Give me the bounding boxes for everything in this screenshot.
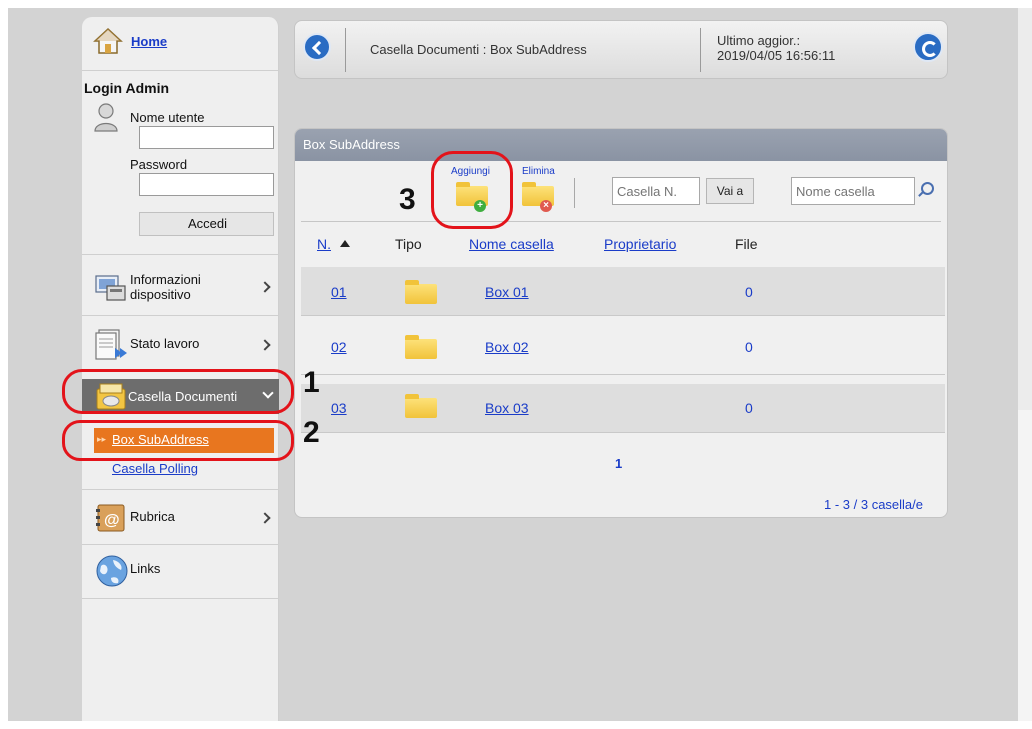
address-book-icon: @ <box>95 503 127 533</box>
sidebar-item-device-info[interactable]: Informazioni dispositivo <box>82 262 279 312</box>
box-number-link[interactable]: 01 <box>331 284 347 300</box>
table-row[interactable] <box>301 326 945 375</box>
globe-icon <box>95 554 129 588</box>
sidebar-item-links[interactable]: Links <box>82 549 279 595</box>
step-number: 2 <box>303 416 320 449</box>
home-nav[interactable]: Home <box>93 26 167 56</box>
box-number-input[interactable] <box>612 177 700 205</box>
login-title: Login Admin <box>84 80 170 96</box>
box-name-input[interactable] <box>791 177 915 205</box>
box-file-count: 0 <box>745 400 753 416</box>
home-link[interactable]: Home <box>131 34 167 49</box>
sidebar-item-label: Informazioni <box>130 272 201 287</box>
box-name-link[interactable]: Box 03 <box>485 400 529 416</box>
box-number-link[interactable]: 02 <box>331 339 347 355</box>
table-row[interactable] <box>301 267 945 316</box>
folder-icon <box>405 280 437 304</box>
callout-ring-step2 <box>62 420 294 461</box>
home-icon[interactable] <box>93 26 123 56</box>
step-number: 1 <box>303 366 320 399</box>
login-button[interactable]: Accedi <box>139 212 274 236</box>
chevron-right-icon <box>259 339 271 351</box>
column-files: File <box>735 236 758 252</box>
callout-ring-step3 <box>431 151 513 229</box>
remove-icon: × <box>540 200 552 212</box>
sidebar-item-label: Rubrica <box>130 509 175 524</box>
toolbar-divider <box>301 221 941 222</box>
column-type: Tipo <box>395 236 422 252</box>
subitem-polling-box-link[interactable]: Casella Polling <box>112 461 198 476</box>
chevron-right-icon <box>259 512 271 524</box>
sidebar-item-label: Stato lavoro <box>130 336 200 351</box>
username-label: Nome utente <box>130 110 205 125</box>
sidebar-divider <box>82 254 279 255</box>
sidebar-divider <box>82 70 279 71</box>
sort-ascending-icon <box>340 240 350 247</box>
back-icon[interactable] <box>303 33 331 61</box>
sidebar-divider <box>82 544 279 545</box>
box-number-link[interactable]: 03 <box>331 400 347 416</box>
username-input[interactable] <box>139 126 274 149</box>
sidebar-divider <box>82 489 279 490</box>
step-number: 3 <box>399 183 416 216</box>
chevron-right-icon <box>259 281 271 293</box>
password-label: Password <box>130 157 188 172</box>
folder-icon <box>405 335 437 359</box>
folder-icon <box>405 394 437 418</box>
sidebar-divider <box>82 315 279 316</box>
sidebar-item-address-book[interactable]: @ Rubrica <box>82 494 279 542</box>
toolbar-divider <box>574 178 575 208</box>
table-row[interactable] <box>301 384 945 433</box>
user-avatar-icon <box>94 102 118 132</box>
sidebar-item-job-status[interactable]: Stato lavoro <box>82 320 279 370</box>
last-updated: Ultimo aggior.: 2019/04/05 16:56:11 <box>717 33 835 63</box>
delete-label[interactable]: Elimina <box>522 166 555 177</box>
header-divider <box>345 28 346 72</box>
device-info-icon <box>95 274 127 302</box>
scrollbar-track[interactable] <box>1018 410 1032 721</box>
box-file-count: 0 <box>745 284 753 300</box>
last-updated-value: 2019/04/05 16:56:11 <box>717 48 836 63</box>
column-box-name[interactable]: Nome casella <box>469 236 554 252</box>
sidebar-divider <box>82 598 279 599</box>
box-name-link[interactable]: Box 01 <box>485 284 529 300</box>
page-number[interactable]: 1 <box>615 456 622 471</box>
header-divider <box>700 28 701 72</box>
box-count: 1 - 3 / 3 casella/e <box>824 497 923 512</box>
search-icon[interactable] <box>921 182 934 195</box>
panel-title: Box SubAddress <box>303 137 400 152</box>
callout-ring-step1 <box>62 369 294 414</box>
browser-viewport: Home Login Admin Nome utente Password Ac… <box>0 0 1032 729</box>
job-status-icon <box>95 328 129 360</box>
svg-text:@: @ <box>104 512 120 529</box>
column-owner[interactable]: Proprietario <box>604 236 676 252</box>
box-file-count: 0 <box>745 339 753 355</box>
go-button[interactable]: Vai a <box>706 178 754 204</box>
box-name-link[interactable]: Box 02 <box>485 339 529 355</box>
last-updated-label: Ultimo aggior.: <box>717 33 801 48</box>
sidebar-item-label: dispositivo <box>130 287 191 302</box>
password-input[interactable] <box>139 173 274 196</box>
column-number[interactable]: N. <box>317 236 331 252</box>
page-title: Casella Documenti : Box SubAddress <box>370 42 587 57</box>
refresh-icon[interactable] <box>913 32 943 62</box>
sidebar-item-label: Links <box>130 561 161 576</box>
